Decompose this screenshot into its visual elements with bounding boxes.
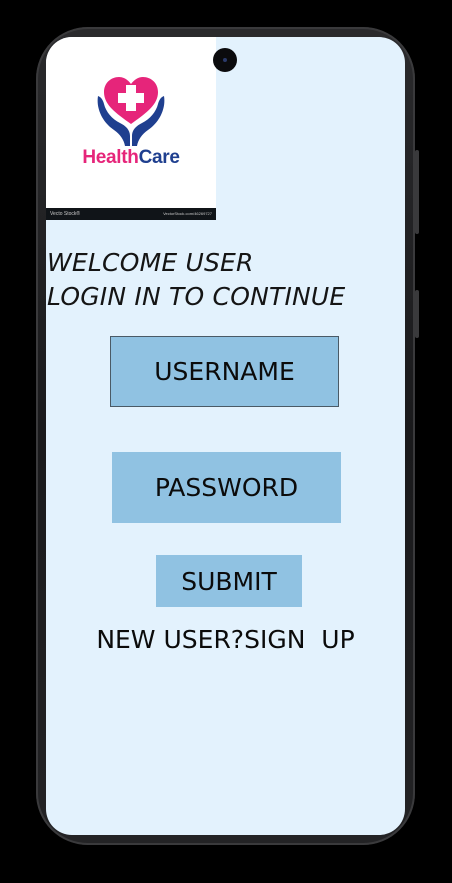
healthcare-logo: HealthCare Vecto Stock® VectorStock.com/…	[46, 37, 216, 220]
username-field[interactable]: USERNAME	[110, 336, 339, 407]
welcome-line-2: LOGIN IN TO CONTINUE	[47, 282, 346, 311]
welcome-text: WELCOME USER LOGIN IN TO CONTINUE	[47, 246, 345, 314]
front-camera-icon	[213, 48, 237, 72]
brand-name-part1: Health	[82, 147, 139, 168]
password-field[interactable]: PASSWORD	[112, 452, 341, 523]
stock-watermark-right: VectorStock.com/46269727	[163, 211, 212, 216]
welcome-line-1: WELCOME USER	[47, 248, 254, 277]
heart-hands-cross-icon	[97, 77, 165, 146]
stock-watermark-bar: Vecto Stock® VectorStock.com/46269727	[46, 208, 216, 220]
power-button	[415, 150, 419, 234]
submit-button[interactable]: SUBMIT	[156, 555, 302, 607]
brand-name-part2: Care	[138, 147, 180, 168]
brand-name: HealthCare	[46, 147, 216, 169]
volume-button	[415, 290, 419, 338]
signup-link[interactable]: NEW USER?SIGN UP	[46, 625, 405, 654]
app-screen: HealthCare Vecto Stock® VectorStock.com/…	[46, 37, 405, 835]
stock-watermark-left: Vecto Stock®	[50, 211, 81, 217]
